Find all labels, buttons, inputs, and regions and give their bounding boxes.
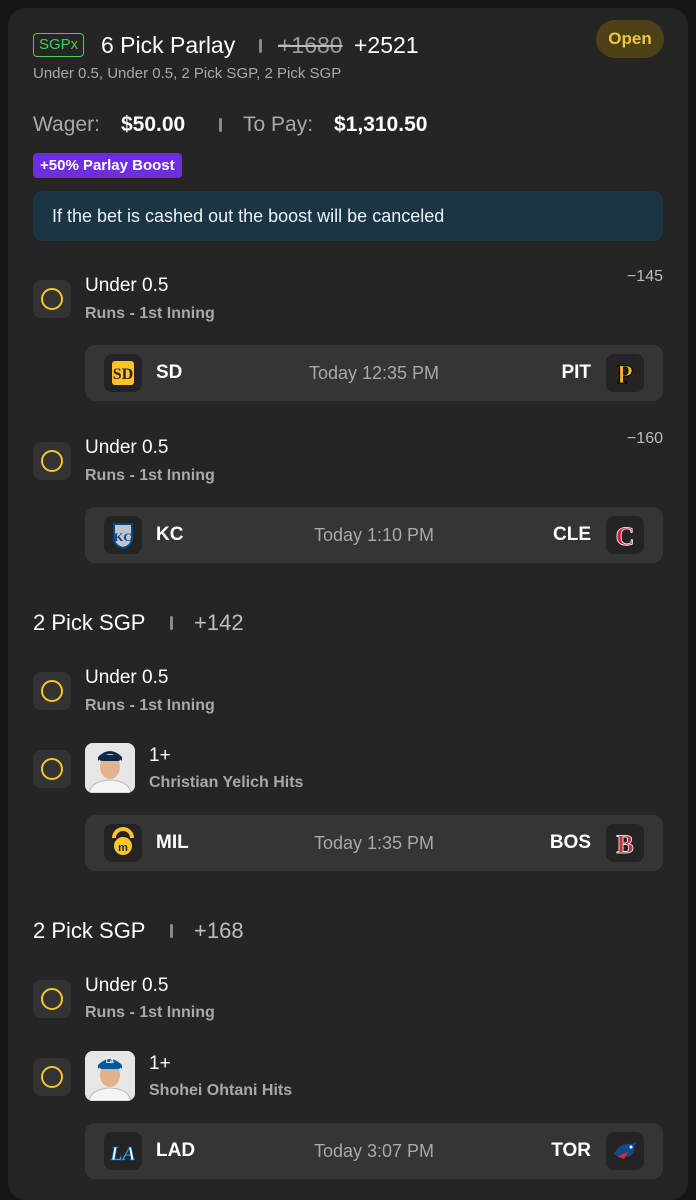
sgpx-badge: SGPx <box>33 33 85 57</box>
leg-title: Under 0.5 <box>85 975 169 996</box>
pending-circle-icon <box>33 672 71 710</box>
leg-title: 1+ <box>149 745 171 766</box>
home-team: BOS <box>549 832 591 853</box>
pending-circle-icon <box>33 1058 71 1096</box>
pending-circle-icon <box>33 980 71 1018</box>
sgp-title: 2 Pick SGP <box>33 918 146 943</box>
game-row[interactable]: KC KC Today 1:10 PM CLE C <box>85 507 663 563</box>
svg-text:C: C <box>616 522 635 551</box>
to-pay-label: To Pay: <box>243 113 314 136</box>
parlay-boost-badge: +50% Parlay Boost <box>33 153 182 178</box>
divider <box>170 924 173 938</box>
divider <box>170 616 173 630</box>
bet-card[interactable]: SGPx 6 Pick Parlay +1680 +2521 Open Unde… <box>8 8 688 1200</box>
status-badge: Open <box>596 20 664 58</box>
pending-circle-icon <box>33 280 71 318</box>
game-row[interactable]: LA LAD Today 3:07 PM TOR <box>85 1123 663 1179</box>
home-team: PIT <box>561 362 591 383</box>
game-row[interactable]: SD SD Today 12:35 PM PIT P <box>85 345 663 401</box>
divider <box>219 118 222 132</box>
bet-summary: Under 0.5, Under 0.5, 2 Pick SGP, 2 Pick… <box>33 65 342 82</box>
leg-title: 1+ <box>149 1053 171 1074</box>
pending-circle-icon <box>33 442 71 480</box>
leg-title: Under 0.5 <box>85 667 169 688</box>
game-row[interactable]: m MIL Today 1:35 PM BOS B <box>85 815 663 871</box>
boosted-odds: +2521 <box>354 32 419 58</box>
leg-subtitle: Runs - 1st Inning <box>85 1004 215 1021</box>
red-sox-logo-icon: B <box>606 824 644 862</box>
wager-label: Wager: <box>33 113 100 136</box>
home-team: TOR <box>551 1140 591 1161</box>
pirates-logo-icon: P <box>606 354 644 392</box>
leg-subtitle: Runs - 1st Inning <box>85 305 215 322</box>
svg-text:B: B <box>616 830 633 859</box>
leg-subtitle: Runs - 1st Inning <box>85 697 215 714</box>
shohei-ohtani-avatar: LA <box>85 1051 135 1101</box>
christian-yelich-avatar <box>85 743 135 793</box>
leg-title: Under 0.5 <box>85 275 169 296</box>
leg-subtitle: Runs - 1st Inning <box>85 467 215 484</box>
leg-title: Under 0.5 <box>85 437 169 458</box>
sgp-odds: +168 <box>194 918 244 943</box>
leg-subtitle: Shohei Ohtani Hits <box>149 1082 293 1099</box>
pending-circle-icon <box>33 750 71 788</box>
divider <box>259 39 262 53</box>
sgp-odds: +142 <box>194 610 244 635</box>
sgp-title: 2 Pick SGP <box>33 610 146 635</box>
blue-jays-logo-icon <box>606 1132 644 1170</box>
guardians-logo-icon: C <box>606 516 644 554</box>
home-team: CLE <box>553 524 591 545</box>
svg-text:P: P <box>617 360 633 389</box>
to-pay-value: $1,310.50 <box>334 113 428 136</box>
leg-odds: −160 <box>626 430 663 447</box>
leg-odds: −145 <box>626 268 663 285</box>
original-odds: +1680 <box>278 32 343 58</box>
cashout-notice: If the bet is cashed out the boost will … <box>33 191 663 241</box>
leg-subtitle: Christian Yelich Hits <box>149 774 304 791</box>
wager-value: $50.00 <box>121 113 186 136</box>
svg-text:LA: LA <box>106 1059 115 1065</box>
bet-title: 6 Pick Parlay <box>101 32 236 58</box>
